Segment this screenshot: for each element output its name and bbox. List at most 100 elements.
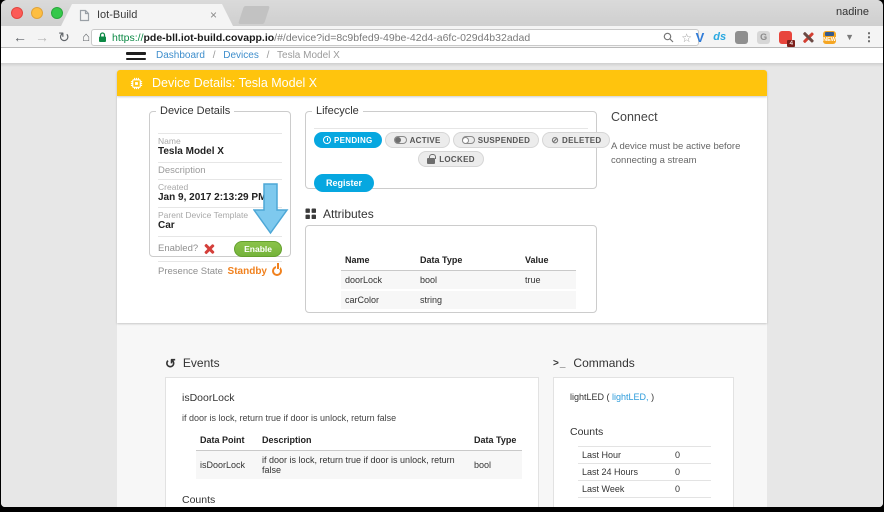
scissors-extension-icon[interactable] (801, 31, 814, 44)
empty-field (158, 124, 282, 134)
attr-cell: string (416, 290, 521, 310)
toggle-on-icon (394, 136, 407, 144)
event-description: if door is lock, return true if door is … (182, 413, 522, 423)
events-title: Events (183, 356, 220, 370)
attr-col-datatype: Data Type (416, 252, 521, 271)
breadcrumb-devices-link[interactable]: Devices (223, 50, 259, 61)
new-tab-button[interactable] (238, 6, 270, 24)
toggle-off-icon (462, 136, 475, 144)
secure-lock-icon (98, 32, 107, 43)
connect-section: Connect A device must be active before c… (611, 110, 763, 169)
enable-button[interactable]: Enable (234, 241, 282, 257)
attr-cell: doorLock (341, 271, 416, 291)
close-window-button[interactable] (11, 7, 23, 19)
event-name: isDoorLock (182, 392, 522, 404)
command-link[interactable]: lightLED, (612, 392, 649, 402)
state-suspended-pill[interactable]: SUSPENDED (453, 132, 540, 148)
attr-cell: bool (416, 271, 521, 291)
commands-counts-title: Counts (570, 426, 717, 438)
attr-col-name: Name (341, 252, 416, 271)
count-value: 0 (675, 484, 707, 494)
chevron-down-icon[interactable]: ▼ (845, 32, 854, 42)
new-badge-extension-icon[interactable]: NEW (823, 31, 836, 44)
back-button[interactable]: ← (11, 27, 29, 47)
table-row[interactable]: doorLock bool true (341, 271, 576, 291)
command-signature: lightLED ( lightLED, ) (570, 392, 717, 402)
zoom-window-button[interactable] (51, 7, 63, 19)
history-icon: ↺ (165, 357, 176, 370)
count-row: Last 24 Hours 0 (578, 463, 711, 480)
ev-cell: isDoorLock (196, 451, 258, 481)
tab-close-icon[interactable]: × (210, 9, 217, 21)
annotation-arrow-down-icon (253, 183, 289, 235)
ds-extension-icon[interactable]: ds (713, 31, 726, 43)
attributes-table: Name Data Type Value doorLock bool true … (341, 252, 576, 311)
search-icon[interactable] (663, 32, 674, 43)
ev-col-description: Description (258, 432, 470, 451)
command-close-paren: ) (651, 392, 654, 402)
red-extension-icon[interactable]: 4 (779, 31, 792, 44)
command-name: lightLED ( (570, 392, 610, 402)
event-datapoints-table: Data Point Description Data Type isDoorL… (196, 432, 522, 481)
ev-cell: bool (470, 451, 522, 481)
hamburger-menu-icon[interactable] (126, 52, 146, 63)
breadcrumb-separator: / (267, 50, 270, 61)
count-label: Last 24 Hours (582, 467, 675, 477)
table-row[interactable]: isDoorLock if door is lock, return true … (196, 451, 522, 481)
lifecycle-legend: Lifecycle (312, 105, 363, 117)
g-extension-icon[interactable]: G (757, 31, 770, 44)
address-bar[interactable]: https://pde-bll.iot-build.covapp.io/#/de… (91, 29, 699, 46)
commands-card: lightLED ( lightLED, ) Counts Last Hour … (553, 377, 734, 507)
table-row[interactable]: carColor string (341, 290, 576, 310)
url-scheme: https:// (112, 32, 144, 44)
state-active-pill[interactable]: ACTIVE (385, 132, 450, 148)
attr-col-value: Value (521, 252, 576, 271)
browser-tab[interactable]: Iot-Build × (61, 4, 233, 26)
breadcrumb-current: Tesla Model X (277, 50, 340, 61)
attributes-title: Attributes (323, 207, 374, 221)
forward-button: → (33, 27, 51, 47)
url-text: https://pde-bll.iot-build.covapp.io/#/de… (112, 32, 663, 44)
breadcrumb-separator: / (213, 50, 216, 61)
name-value: Tesla Model X (158, 146, 282, 159)
breadcrumb-bar: Dashboard / Devices / Tesla Model X (1, 48, 883, 63)
clock-icon (323, 136, 331, 144)
ev-col-datapoint: Data Point (196, 432, 258, 451)
slash-circle-icon: ⊘ (551, 136, 559, 145)
v-extension-icon[interactable]: V (696, 30, 705, 45)
gray-extension-icon[interactable] (735, 31, 748, 44)
attr-cell: true (521, 271, 576, 291)
count-row: Last Week 0 (578, 480, 711, 498)
state-deleted-pill[interactable]: ⊘DELETED (542, 132, 610, 148)
breadcrumb-dashboard-link[interactable]: Dashboard (156, 50, 205, 61)
ev-col-datatype: Data Type (470, 432, 522, 451)
name-field: Name Tesla Model X (158, 134, 282, 163)
window-controls (11, 7, 63, 19)
breadcrumb: Dashboard / Devices / Tesla Model X (156, 50, 340, 61)
name-label: Name (158, 136, 282, 146)
extensions-row: V ds G 4 NEW ▼ ⋮ (696, 28, 875, 46)
url-domain: pde-bll.iot-build.covapp.io (144, 32, 275, 44)
state-locked-pill[interactable]: LOCKED (418, 151, 484, 167)
attributes-heading: Attributes (305, 207, 374, 221)
state-pending-pill[interactable]: PENDING (314, 132, 382, 148)
lock-icon (427, 158, 435, 164)
page-content: Device Details: Tesla Model X Device Det… (1, 63, 883, 507)
browser-window: Iot-Build × nadine ← → ↻ ⌂ https://pde-b… (1, 0, 883, 507)
device-details-legend: Device Details (156, 105, 234, 117)
divider (314, 128, 588, 129)
power-icon[interactable] (272, 266, 282, 276)
refresh-button[interactable]: ↻ (55, 27, 73, 47)
count-label: Last Week (582, 484, 675, 494)
attributes-panel: Name Data Type Value doorLock bool true … (305, 225, 597, 313)
profile-name: nadine (836, 6, 869, 18)
attr-cell (521, 290, 576, 310)
minimize-window-button[interactable] (31, 7, 43, 19)
bookmark-star-icon[interactable]: ☆ (681, 32, 692, 44)
count-value: 0 (675, 467, 707, 477)
browser-menu-icon[interactable]: ⋮ (863, 31, 875, 43)
chip-icon (129, 76, 144, 91)
description-label: Description (158, 165, 282, 176)
events-heading: ↺ Events (165, 356, 220, 370)
register-button[interactable]: Register (314, 174, 374, 192)
